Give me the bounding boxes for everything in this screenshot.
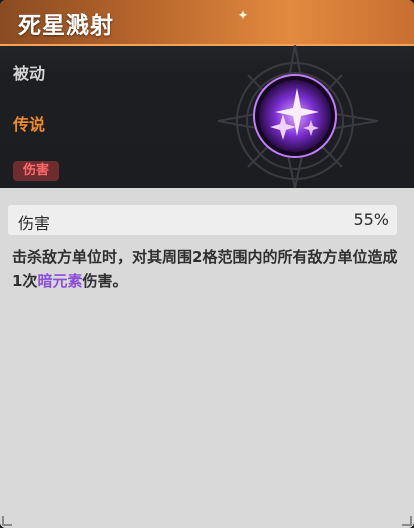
skill-card: 死星溅射 ✦ 被动 传说 伤害 伤害 55% 击杀敌方单位时，对其周围2格范围内… bbox=[0, 0, 414, 528]
skill-tag: 伤害 bbox=[13, 161, 59, 181]
corner-decoration bbox=[402, 516, 412, 526]
stat-row: 伤害 55% bbox=[8, 205, 397, 235]
skill-name: 死星溅射 bbox=[18, 13, 114, 39]
description-highlight: 暗元素 bbox=[37, 272, 83, 290]
skill-type: 被动 bbox=[13, 64, 46, 83]
description-suffix: 伤害。 bbox=[82, 272, 128, 290]
purple-star-burst-icon bbox=[253, 74, 337, 158]
skill-body bbox=[0, 188, 414, 528]
skill-rarity: 传说 bbox=[13, 115, 46, 134]
skill-header: 死星溅射 ✦ 被动 传说 伤害 bbox=[0, 0, 414, 188]
corner-decoration bbox=[2, 516, 12, 526]
stat-label: 伤害 bbox=[18, 214, 51, 233]
stat-value: 55% bbox=[353, 210, 389, 229]
sparkle-icon: ✦ bbox=[237, 8, 249, 24]
skill-description: 击杀敌方单位时，对其周围2格范围内的所有敌方单位造成1次暗元素伤害。 bbox=[12, 245, 402, 293]
